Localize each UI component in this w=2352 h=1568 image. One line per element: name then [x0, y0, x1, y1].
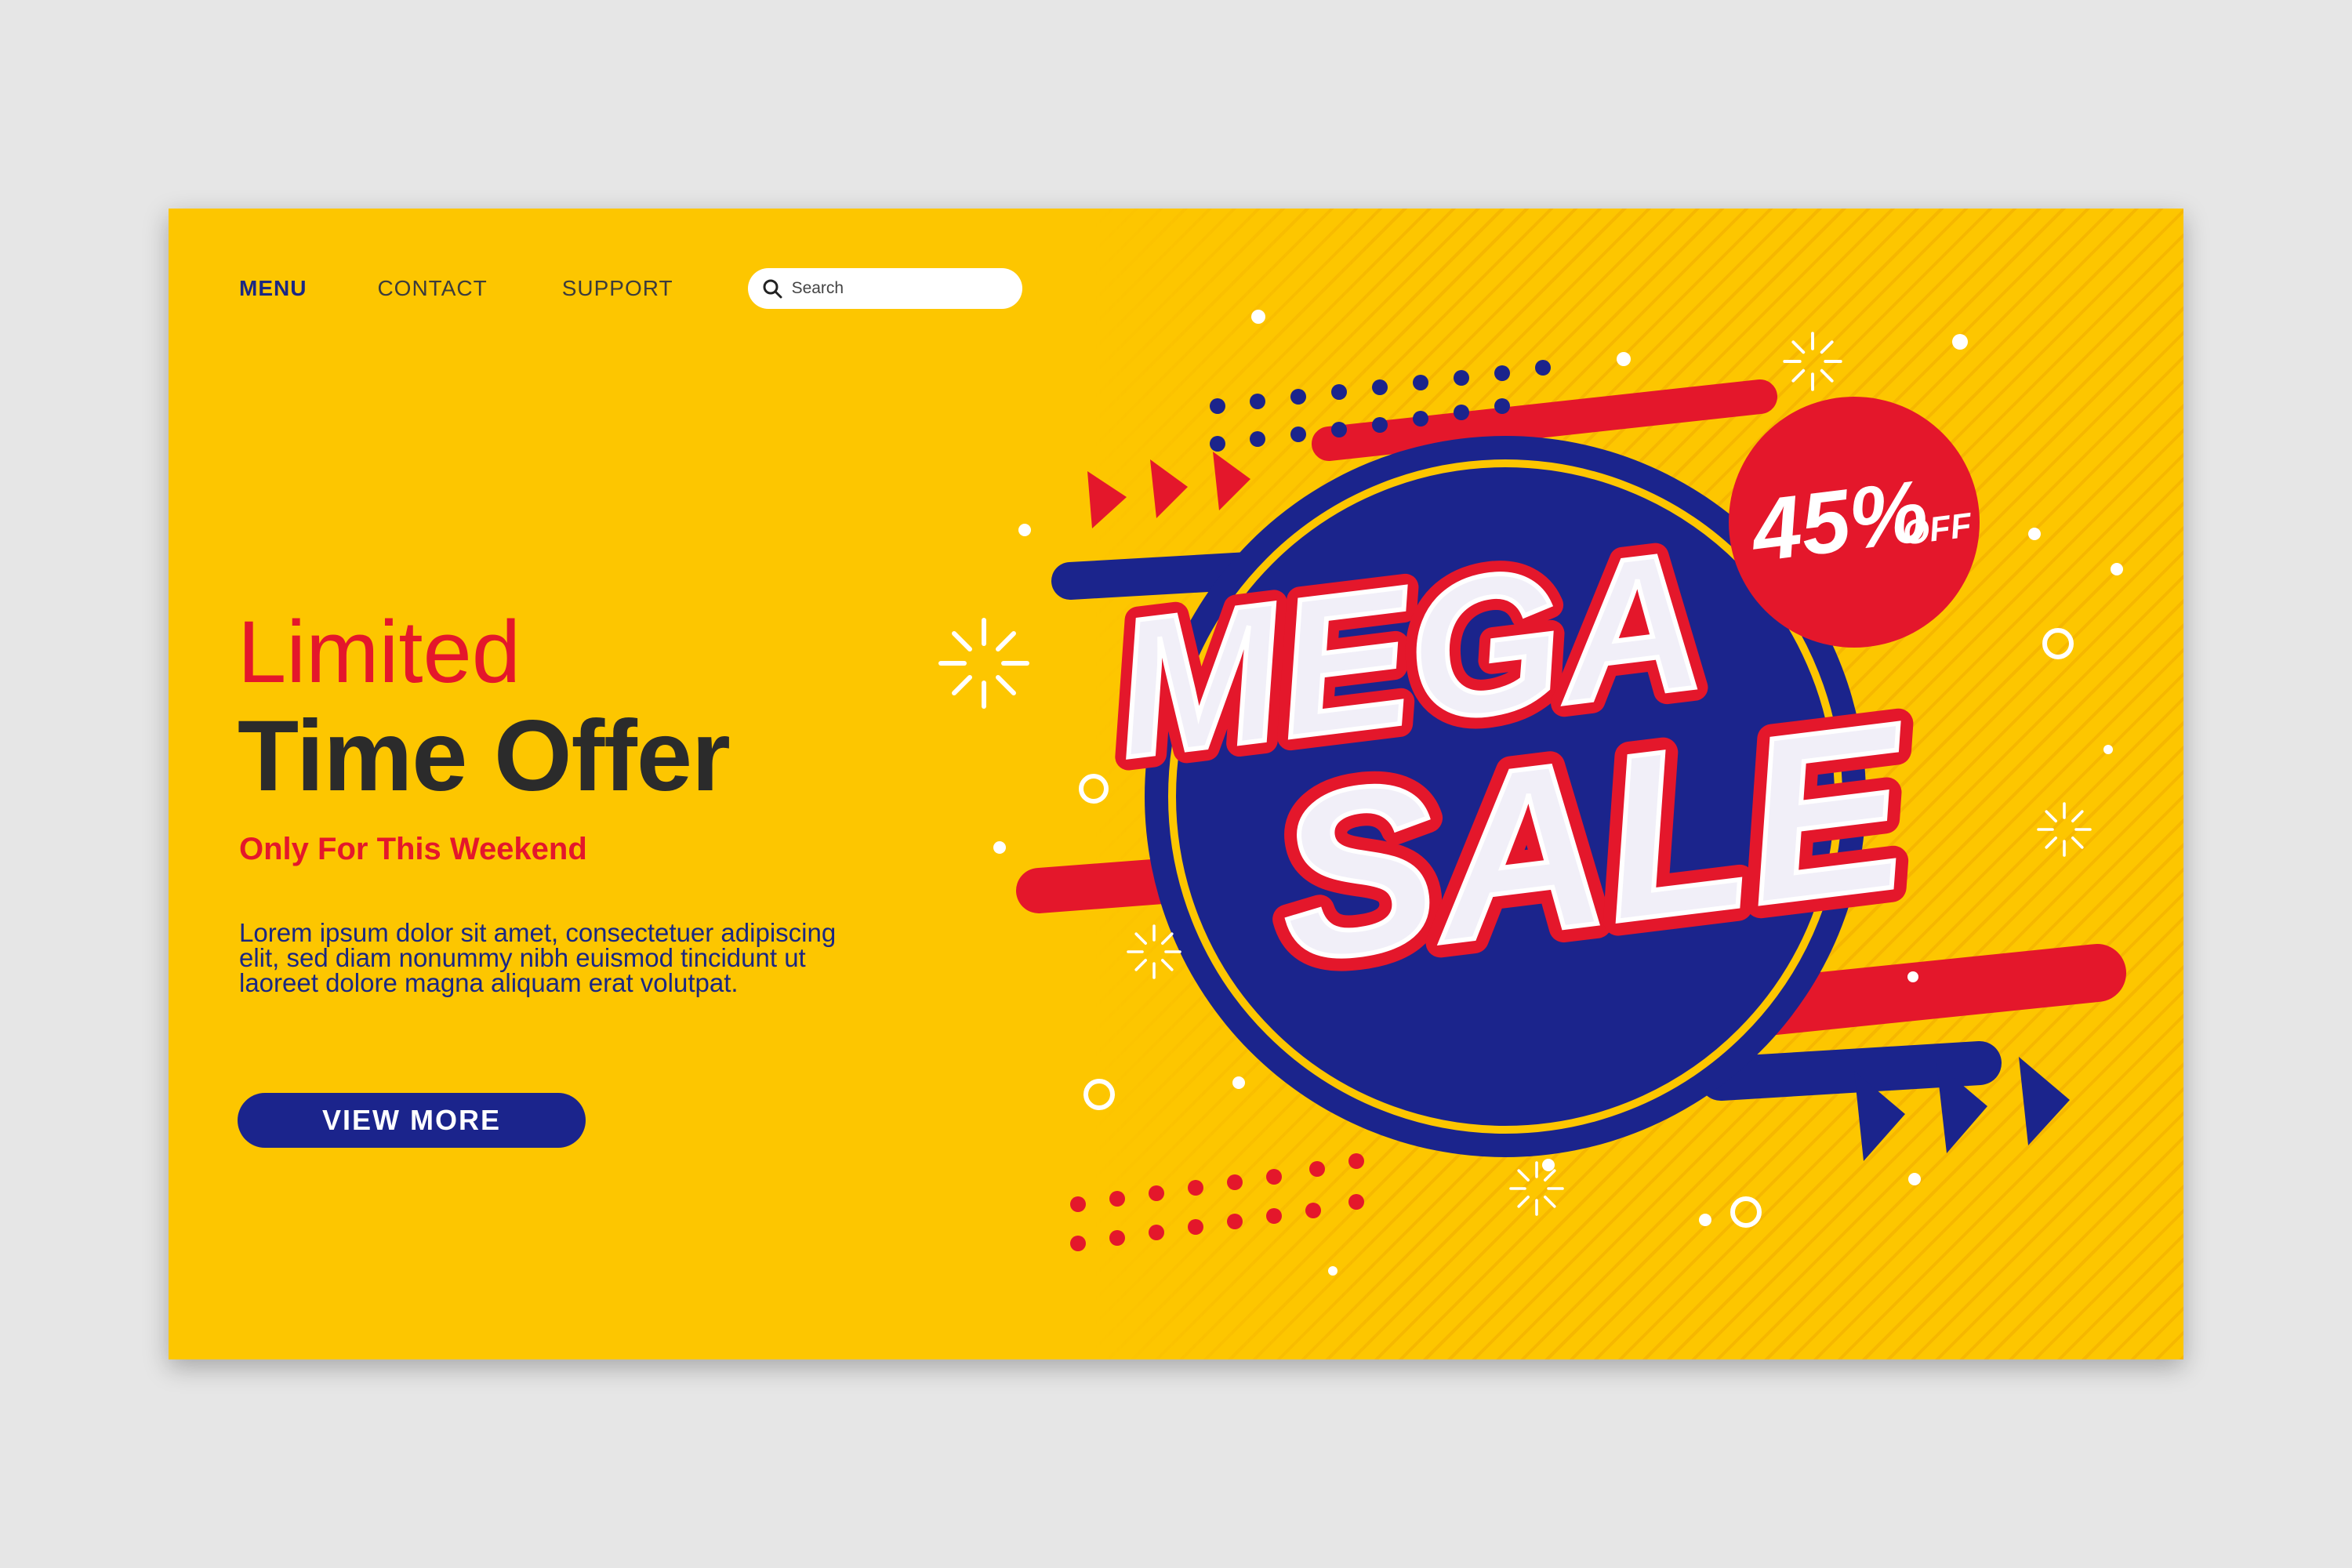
- search-icon: [763, 279, 782, 299]
- nav-menu-link[interactable]: MENU: [239, 276, 307, 301]
- search-input[interactable]: [789, 278, 1013, 299]
- top-navigation: MENU CONTACT SUPPORT: [239, 265, 1022, 312]
- red-dot-pattern: [1070, 1153, 1364, 1251]
- nav-support-link[interactable]: SUPPORT: [562, 276, 673, 301]
- hero-description: Lorem ipsum dolor sit amet, consectetuer…: [239, 918, 837, 997]
- red-arrow-icon: [1087, 452, 1250, 528]
- hero-subheadline: Only For This Weekend: [239, 832, 587, 866]
- nav-contact-link[interactable]: CONTACT: [377, 276, 487, 301]
- landing-page: MEGA MEGA SALE SALE 45% OFF MENU CONTACT…: [169, 209, 2183, 1359]
- view-more-button[interactable]: VIEW MORE: [238, 1093, 586, 1148]
- red-pill-bar: [1312, 379, 1777, 461]
- hero-headline: Time Offer: [238, 700, 731, 812]
- hero-eyebrow: Limited: [238, 603, 521, 701]
- search-box[interactable]: [747, 268, 1022, 309]
